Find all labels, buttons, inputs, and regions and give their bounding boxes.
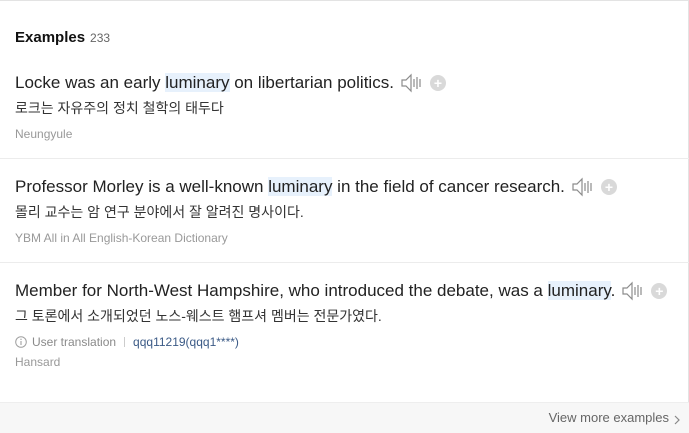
examples-title: Examples <box>15 29 86 46</box>
speaker-icon[interactable] <box>621 280 645 302</box>
example-text-after: . <box>610 281 616 300</box>
speaker-icon[interactable] <box>571 176 595 198</box>
example-korean: 그 토론에서 소개되었던 노스-웨스트 햄프셔 멤버는 전문가였다. <box>15 308 382 324</box>
user-translation-label: User translation <box>32 335 117 349</box>
keyword-highlight: luminary <box>165 73 230 92</box>
example-text-before: Member for North-West Hampshire, who int… <box>15 281 548 300</box>
view-more-bar: View more examples <box>0 402 689 433</box>
examples-panel: Examples 233 Locke was an early luminary… <box>0 0 689 433</box>
example-item: Professor Morley is a well-known luminar… <box>15 176 689 246</box>
example-text-before: Professor Morley is a well-known <box>15 177 269 196</box>
example-divider <box>0 158 689 159</box>
view-more-label: View more examples <box>548 410 669 425</box>
keyword-highlight: luminary <box>547 281 611 300</box>
add-to-wordbook-icon[interactable]: + <box>651 283 668 299</box>
chevron-right-icon <box>673 413 681 424</box>
example-english: Locke was an early luminary on libertari… <box>15 72 689 94</box>
example-item: Member for North-West Hampshire, who int… <box>15 280 689 370</box>
examples-count: 233 <box>90 31 111 45</box>
keyword-highlight: luminary <box>268 177 333 196</box>
example-korean: 몰리 교수는 암 연구 분야에서 잘 알려진 명사이다. <box>15 204 304 220</box>
example-text-after: in the field of cancer research. <box>332 177 565 196</box>
example-english-text: Locke was an early luminary on libertari… <box>15 73 394 93</box>
example-source: YBM All in All English-Korean Dictionary <box>15 231 228 245</box>
top-divider <box>0 0 689 1</box>
view-more-examples-link[interactable]: View more examples <box>549 410 681 425</box>
example-english-text: Member for North-West Hampshire, who int… <box>15 281 615 301</box>
example-item: Locke was an early luminary on libertari… <box>15 72 689 142</box>
user-id-link[interactable]: qqq11219(qqq1****) <box>133 335 239 349</box>
example-english-text: Professor Morley is a well-known luminar… <box>15 177 565 197</box>
example-text-before: Locke was an early <box>15 73 166 92</box>
info-icon[interactable] <box>15 336 27 348</box>
add-to-wordbook-icon[interactable]: + <box>600 179 617 195</box>
example-source: Hansard <box>15 355 61 369</box>
example-source: Neungyule <box>15 127 73 141</box>
example-english: Member for North-West Hampshire, who int… <box>15 280 689 302</box>
add-to-wordbook-icon[interactable]: + <box>429 75 446 91</box>
separator <box>124 337 126 347</box>
example-english: Professor Morley is a well-known luminar… <box>15 176 689 198</box>
speaker-icon[interactable] <box>400 72 424 94</box>
example-divider <box>0 262 689 263</box>
example-text-after: on libertarian politics. <box>229 73 394 92</box>
example-korean: 로크는 자유주의 정치 철학의 태두다 <box>15 100 224 116</box>
user-translation-row: User translation qqq11219(qqq1****) <box>15 334 689 350</box>
examples-header: Examples 233 <box>15 29 110 46</box>
